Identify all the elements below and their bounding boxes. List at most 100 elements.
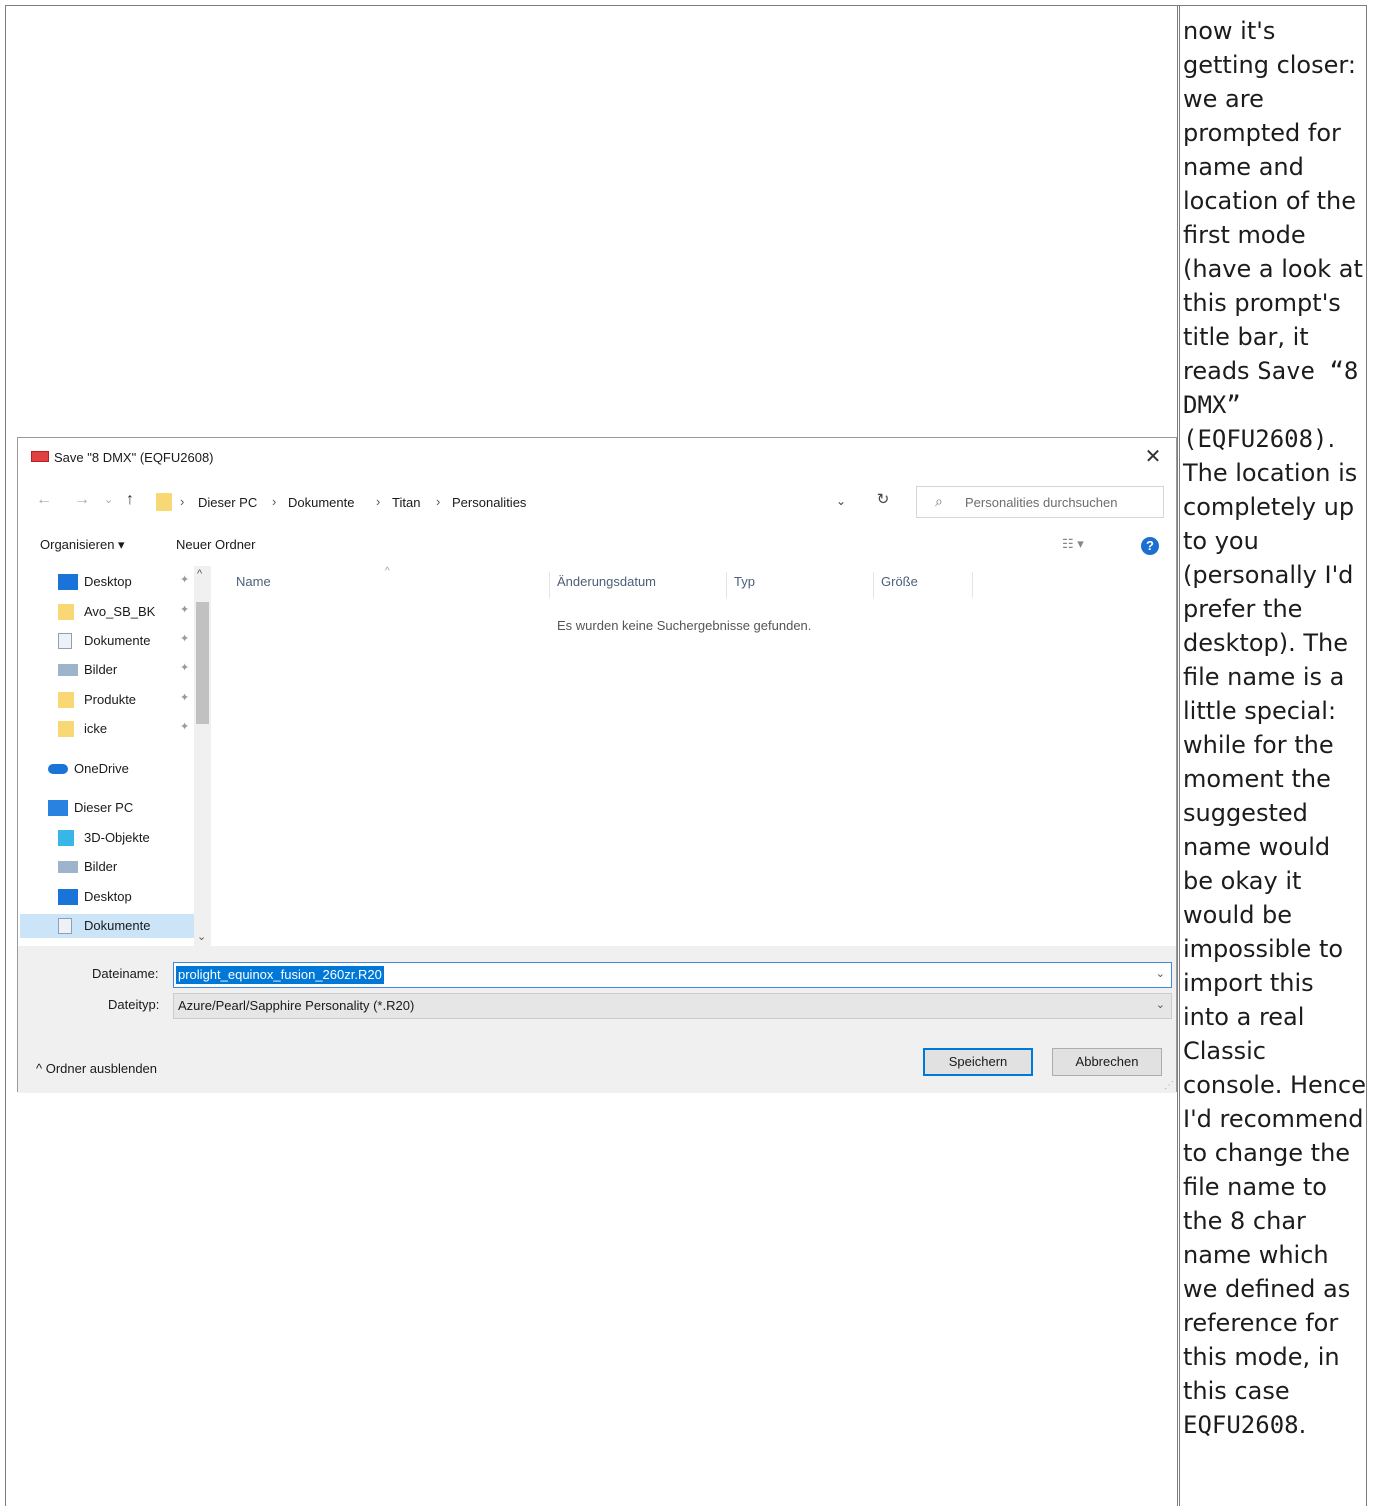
organize-button[interactable]: Organisieren ▾ (40, 537, 125, 553)
pin-icon: ✦ (180, 574, 190, 586)
sidebar-item-3d-objekte[interactable]: 3D-Objekte (54, 826, 204, 850)
breadcrumb-separator: › (436, 494, 441, 509)
scrollbar-thumb[interactable] (196, 602, 209, 724)
breadcrumb-separator: › (376, 494, 381, 509)
sidebar-item-label: OneDrive (74, 761, 129, 776)
column-divider[interactable] (549, 572, 550, 598)
view-options-icon[interactable]: ☷ ▾ (1062, 536, 1084, 552)
filetype-label: Dateityp: (108, 997, 160, 1012)
column-divider[interactable] (873, 572, 874, 598)
refresh-icon[interactable]: ↻ (872, 490, 894, 512)
cancel-button[interactable]: Abbrechen (1052, 1048, 1162, 1076)
filename-input[interactable]: prolight_equinox_fusion_260zr.R20 ⌄ (173, 962, 1172, 988)
filename-value[interactable]: prolight_equinox_fusion_260zr.R20 (176, 966, 384, 984)
desktop-icon (58, 889, 78, 905)
sidebar-item-produkte[interactable]: Produkte ✦ (54, 688, 204, 712)
command-bar: Organisieren ▾ Neuer Ordner ☷ ▾ ? (18, 528, 1176, 562)
folder-icon (58, 721, 74, 737)
search-placeholder: Personalities durchsuchen (965, 495, 1118, 510)
description-part: . (1298, 1411, 1307, 1439)
description-cell: now it's getting closer: we are prompted… (1179, 6, 1366, 1506)
sidebar-item-desktop[interactable]: Desktop ✦ (54, 570, 204, 594)
sidebar-item-label: Produkte (84, 692, 137, 707)
chevron-down-icon[interactable]: ⌄ (197, 930, 206, 943)
browser-body: Desktop ✦ Avo_SB_BK ✦ Dokumente ✦ Bilder… (18, 566, 1176, 946)
sidebar-item-label: Dokumente (84, 633, 151, 648)
sidebar-item-dieser-pc[interactable]: Dieser PC (44, 796, 194, 820)
sidebar-item-dokumente[interactable]: Dokumente ✦ (54, 629, 204, 653)
back-arrow-icon[interactable]: ← (36, 491, 52, 509)
close-button[interactable]: ✕ (1130, 438, 1176, 476)
chevron-up-icon[interactable]: ^ (197, 568, 202, 580)
description-part: now it's getting closer: we are prompted… (1183, 17, 1363, 385)
documents-icon (58, 918, 72, 934)
screenshot-cell: Save "8 DMX" (EQFU2608) ✕ ← → ⌄ ↑ › Dies… (6, 6, 1178, 1506)
pictures-icon (58, 664, 78, 676)
pictures-icon (58, 861, 78, 873)
documents-icon (58, 633, 72, 649)
sidebar-item-label: Bilder (84, 859, 118, 874)
chevron-down-icon[interactable]: ⌄ (836, 494, 846, 508)
pin-icon: ✦ (180, 633, 190, 645)
save-button[interactable]: Speichern (923, 1048, 1033, 1076)
computer-icon (48, 800, 68, 816)
recent-locations-icon[interactable]: ⌄ (104, 493, 113, 506)
navigation-pane: Desktop ✦ Avo_SB_BK ✦ Dokumente ✦ Bilder… (18, 566, 212, 946)
file-list: ^ Name Änderungsdatum Typ Größe Es wurde… (212, 566, 1178, 946)
up-arrow-icon[interactable]: ↑ (126, 491, 134, 509)
sidebar-item-avo-sb-bk[interactable]: Avo_SB_BK ✦ (54, 600, 204, 624)
sidebar-item-label: Bilder (84, 662, 118, 677)
hide-folders-button[interactable]: ^ Ordner ausblenden (36, 1061, 157, 1076)
sidebar-item-desktop-pc[interactable]: Desktop (54, 885, 204, 909)
sidebar-scrollbar[interactable]: ^ ⌄ (194, 566, 211, 946)
forward-arrow-icon[interactable]: → (74, 491, 90, 509)
column-header-type[interactable]: Typ (734, 574, 755, 589)
sidebar-item-icke[interactable]: icke ✦ (54, 717, 204, 741)
sidebar-item-label: Desktop (84, 574, 132, 589)
navigation-bar: ← → ⌄ ↑ › Dieser PC › Dokumente › Titan … (18, 484, 1176, 520)
save-dialog: Save "8 DMX" (EQFU2608) ✕ ← → ⌄ ↑ › Dies… (17, 437, 1177, 1093)
pin-icon: ✦ (180, 692, 190, 704)
empty-results-message: Es wurden keine Suchergebnisse gefunden. (557, 618, 812, 633)
column-header-name[interactable]: Name (236, 574, 271, 589)
column-header-size[interactable]: Größe (881, 574, 918, 589)
search-input[interactable]: ⌕ Personalities durchsuchen (916, 486, 1164, 518)
desktop-icon (58, 574, 78, 590)
chevron-down-icon[interactable]: ⌄ (1156, 967, 1165, 980)
sidebar-item-label: Avo_SB_BK (84, 604, 156, 619)
pin-icon: ✦ (180, 721, 190, 733)
sidebar-item-label: Desktop (84, 889, 132, 904)
cube-icon (58, 830, 74, 846)
column-divider[interactable] (972, 572, 973, 598)
column-header-date[interactable]: Änderungsdatum (557, 574, 656, 589)
save-options-panel: Dateiname: prolight_equinox_fusion_260zr… (18, 946, 1176, 1093)
address-bar[interactable]: › Dieser PC › Dokumente › Titan › Person… (156, 486, 868, 518)
sidebar-item-onedrive[interactable]: OneDrive (44, 757, 194, 781)
folder-icon (58, 604, 74, 620)
content-table: Save "8 DMX" (EQFU2608) ✕ ← → ⌄ ↑ › Dies… (5, 5, 1367, 1506)
folder-icon (156, 493, 172, 511)
chevron-down-icon[interactable]: ⌄ (1156, 998, 1165, 1011)
sidebar-item-label: 3D-Objekte (84, 830, 150, 845)
pin-icon: ✦ (180, 662, 190, 674)
breadcrumb-item[interactable]: Dieser PC (198, 495, 257, 510)
filetype-select[interactable]: Azure/Pearl/Sapphire Personality (*.R20)… (173, 993, 1172, 1019)
filetype-value: Azure/Pearl/Sapphire Personality (*.R20) (178, 998, 415, 1013)
app-icon (31, 451, 49, 462)
cloud-icon (48, 764, 68, 774)
breadcrumb-item[interactable]: Titan (392, 495, 420, 510)
column-divider[interactable] (726, 572, 727, 598)
sidebar-item-bilder-pc[interactable]: Bilder (54, 855, 204, 879)
breadcrumb-separator: › (180, 494, 185, 509)
search-icon: ⌕ (935, 493, 943, 509)
sidebar-item-bilder[interactable]: Bilder ✦ (54, 658, 204, 682)
sidebar-item-dokumente-pc[interactable]: Dokumente (20, 914, 195, 938)
new-folder-button[interactable]: Neuer Ordner (176, 537, 255, 552)
resize-grip-icon[interactable]: ⋰ (1164, 1080, 1174, 1091)
breadcrumb-item[interactable]: Personalities (452, 495, 526, 510)
breadcrumb-item[interactable]: Dokumente (288, 495, 354, 510)
filename-label: Dateiname: (92, 966, 159, 981)
inline-code: EQFU2608 (1183, 1411, 1299, 1439)
sidebar-item-label: icke (84, 721, 108, 736)
help-icon[interactable]: ? (1141, 537, 1159, 555)
